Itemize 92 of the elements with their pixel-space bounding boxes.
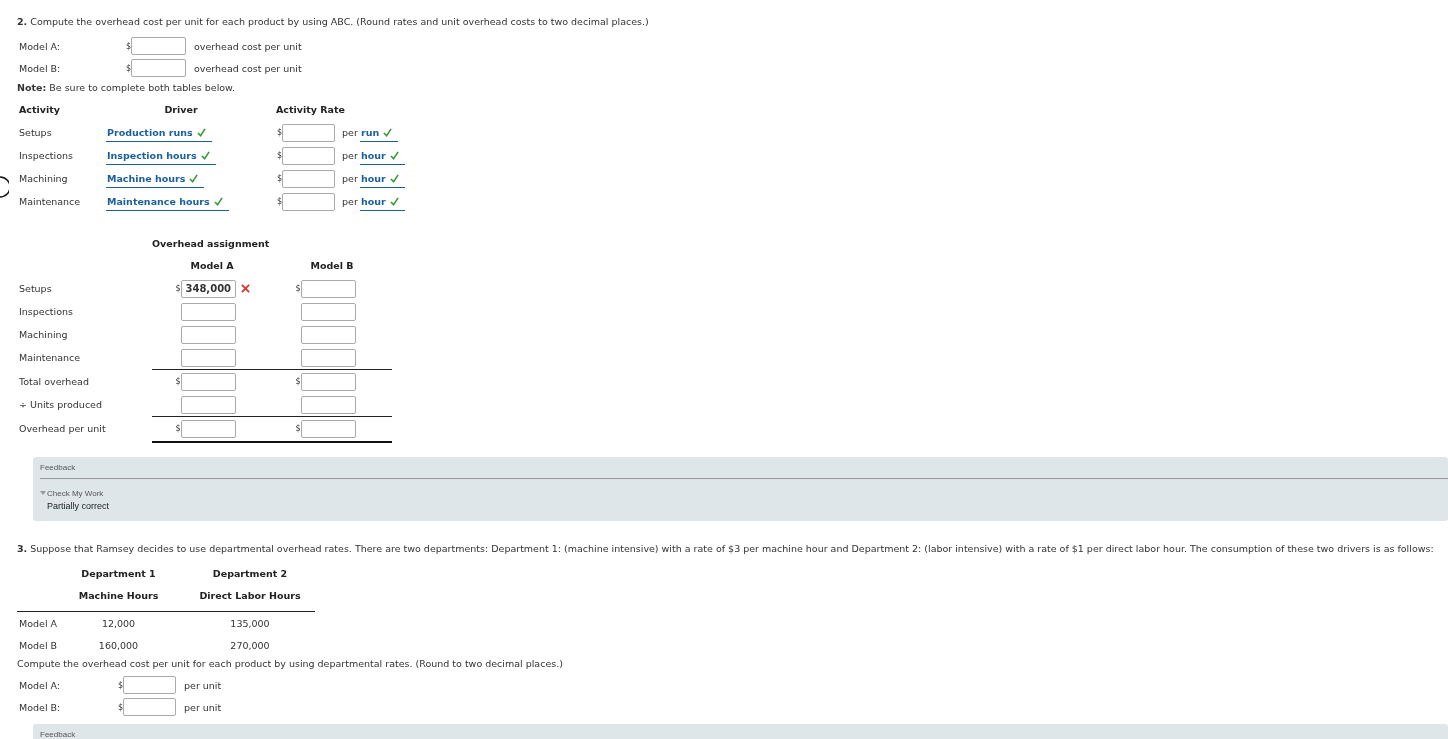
driver-dropdown[interactable]: Inspection hours xyxy=(106,150,216,165)
row-label: Total overhead xyxy=(19,376,89,387)
activity-label: Machining xyxy=(19,173,68,184)
amount-input[interactable] xyxy=(180,302,236,321)
table-title: Overhead assignment xyxy=(152,237,271,251)
amount-input[interactable] xyxy=(300,419,356,438)
amount-input[interactable] xyxy=(300,302,356,321)
currency-sign: $ xyxy=(117,702,123,712)
driver-dropdown[interactable]: Maintenance hours xyxy=(106,196,229,211)
unit-label: overhead cost per unit xyxy=(194,40,302,52)
answer-input[interactable] xyxy=(131,59,186,77)
amount-input[interactable] xyxy=(300,395,356,414)
column-header: Direct Labor Hours xyxy=(198,589,302,603)
rate-input[interactable] xyxy=(282,146,335,165)
rate-input[interactable] xyxy=(282,192,335,211)
currency-sign: $ xyxy=(174,424,181,433)
column-header: Model B xyxy=(309,259,355,273)
currency-sign: $ xyxy=(276,174,282,183)
rate-input[interactable] xyxy=(282,123,335,142)
unit-dropdown[interactable]: run xyxy=(360,127,399,142)
unit-label: per unit xyxy=(184,679,222,691)
column-header: Activity Rate xyxy=(276,103,346,117)
question-text: 3. Suppose that Ramsey decides to use departmental overhead rates. There are two departments: Department 1: (machine intensive) with a rate of $3 per machine hour and Department 2: (labor intensive) with a rate of $1 per direct labor hour. The consumption of these two drivers is as follows: xyxy=(17,543,1435,554)
answer-input[interactable] xyxy=(123,676,176,694)
row-label: Model B: xyxy=(19,62,62,74)
currency-sign: $ xyxy=(276,128,282,137)
currency-sign: $ xyxy=(294,424,301,433)
column-header: Department 1 xyxy=(80,567,157,581)
currency-sign: $ xyxy=(294,377,301,386)
row-label: Setups xyxy=(19,283,52,294)
question-text: 2. Compute the overhead cost per unit for each product by using ABC. (Round rates and unit overhead costs to two decimal places.) xyxy=(17,16,650,27)
table-cell-text: 270,000 xyxy=(229,639,271,653)
unit-dropdown[interactable]: hour xyxy=(360,196,405,211)
currency-sign: $ xyxy=(125,41,131,51)
row-label: Maintenance xyxy=(19,352,81,363)
row-label: Model A xyxy=(18,617,59,631)
driver-dropdown[interactable]: Machine hours xyxy=(106,173,205,188)
activity-label: Setups xyxy=(19,127,52,138)
column-header: Machine Hours xyxy=(77,589,160,603)
activity-label: Maintenance xyxy=(19,196,81,207)
amount-input[interactable] xyxy=(180,325,236,344)
answer-input[interactable] xyxy=(123,698,176,716)
table-cell-text: 160,000 xyxy=(97,639,140,653)
row-label: ÷ Units produced xyxy=(19,399,102,410)
row-label: Overhead per unit xyxy=(19,423,106,434)
note-text: Note: Be sure to complete both tables below. xyxy=(17,82,237,93)
currency-sign: $ xyxy=(276,197,282,206)
amount-input[interactable] xyxy=(300,279,356,298)
rate-input[interactable] xyxy=(282,169,335,188)
unit-dropdown[interactable]: hour xyxy=(360,150,405,165)
check-my-work-toggle[interactable]: Check My Work xyxy=(40,488,104,498)
per-label: per xyxy=(342,196,358,207)
row-label: Inspections xyxy=(19,306,74,317)
amount-input[interactable] xyxy=(180,372,236,391)
table-cell-text: 135,000 xyxy=(229,617,271,631)
triangle-icon xyxy=(40,490,46,496)
amount-input[interactable] xyxy=(300,348,356,367)
amount-input[interactable] xyxy=(180,395,236,414)
currency-sign: $ xyxy=(117,680,123,690)
currency-sign: $ xyxy=(276,151,282,160)
column-header: Model A xyxy=(189,259,235,273)
currency-sign: $ xyxy=(174,284,181,293)
table-cell-text: 12,000 xyxy=(100,617,137,631)
unit-label: overhead cost per unit xyxy=(194,62,302,74)
row-label: Model B: xyxy=(19,701,62,713)
driver-dropdown[interactable]: Production runs xyxy=(106,127,212,142)
currency-sign: $ xyxy=(174,377,181,386)
per-label: per xyxy=(342,150,358,161)
row-label: Model A: xyxy=(19,40,62,52)
column-header: Activity xyxy=(19,103,61,117)
row-label: Model A: xyxy=(19,679,62,691)
currency-sign: $ xyxy=(294,284,301,293)
amount-input[interactable] xyxy=(300,325,356,344)
per-label: per xyxy=(342,127,358,138)
amount-input[interactable] xyxy=(300,372,356,391)
amount-input[interactable] xyxy=(180,348,236,367)
amount-input[interactable]: 348,000 xyxy=(180,279,236,298)
unit-dropdown[interactable]: hour xyxy=(360,173,405,188)
feedback-result: Partially correct xyxy=(46,500,110,511)
per-label: per xyxy=(342,173,358,184)
column-header: Driver xyxy=(163,103,199,117)
answer-input[interactable] xyxy=(131,37,186,55)
amount-input[interactable] xyxy=(180,419,236,438)
currency-sign: $ xyxy=(125,63,131,73)
row-label: Model B xyxy=(18,639,59,653)
unit-label: per unit xyxy=(184,701,222,713)
feedback-title: Feedback xyxy=(40,729,77,739)
column-header: Department 2 xyxy=(211,567,289,581)
row-label: Machining xyxy=(19,329,68,340)
feedback-title: Feedback xyxy=(40,462,77,474)
activity-label: Inspections xyxy=(19,150,74,161)
instruction-text: Compute the overhead cost per unit for each product by using departmental rates. (Round to two decimal places.) xyxy=(17,658,564,669)
